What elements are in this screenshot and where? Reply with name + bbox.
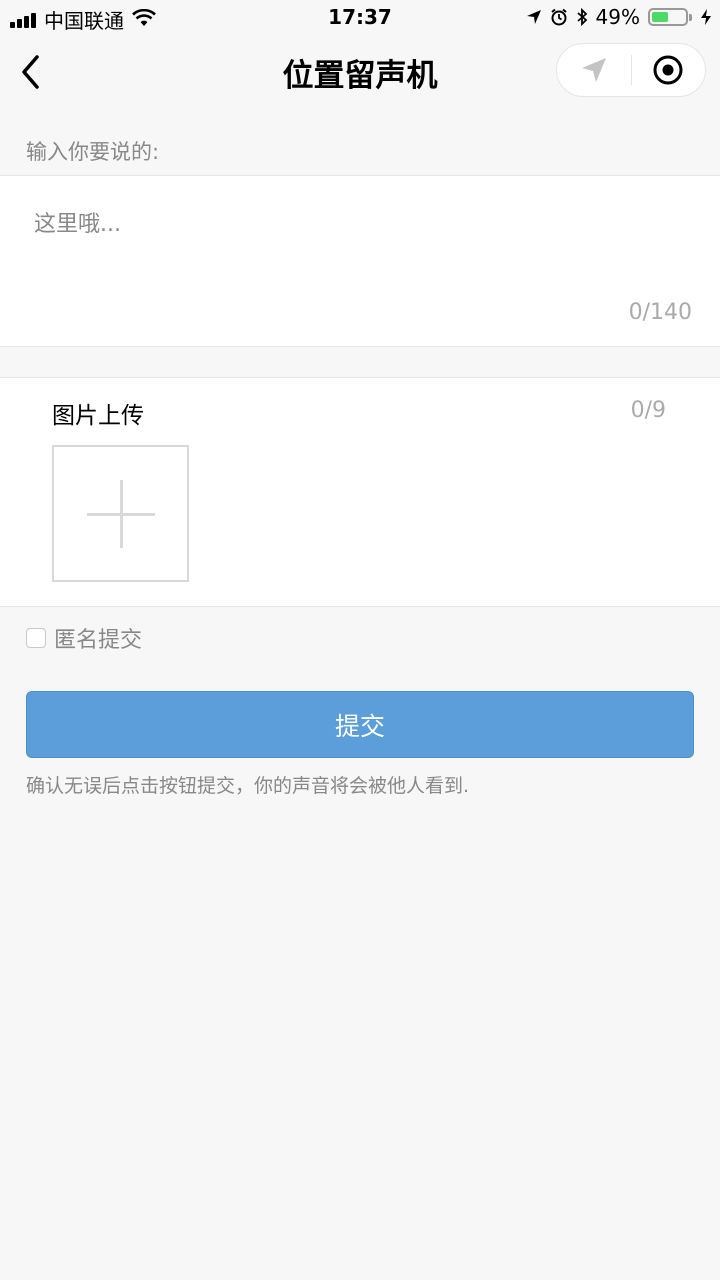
char-count: 0/140: [628, 300, 692, 325]
message-label: 输入你要说的:: [26, 140, 160, 164]
image-upload-panel: 图片上传 0/9: [0, 377, 720, 607]
mini-program-capsule: [556, 43, 706, 97]
anonymous-checkbox[interactable]: 匿名提交: [26, 622, 142, 654]
location-arrow-icon: [581, 58, 606, 82]
battery-percent: 49%: [595, 5, 640, 29]
checkbox-box[interactable]: [26, 628, 46, 648]
submit-label: 提交: [334, 711, 385, 741]
add-image-button[interactable]: [52, 445, 189, 582]
close-button[interactable]: [632, 44, 706, 96]
status-bar-right: 49%: [518, 5, 712, 29]
location-status-icon: [526, 9, 542, 25]
battery-icon: [648, 8, 692, 26]
message-panel: 0/140: [0, 175, 720, 347]
upload-title: 图片上传: [52, 403, 144, 429]
status-bar: 中国联通 17:37 49%: [0, 0, 720, 36]
submit-button[interactable]: 提交: [26, 691, 694, 758]
submit-hint: 确认无误后点击按钮提交，你的声音将会被他人看到.: [26, 775, 470, 797]
anonymous-label: 匿名提交: [54, 628, 143, 653]
upload-count: 0/9: [630, 398, 666, 423]
location-button[interactable]: [557, 44, 631, 96]
nav-bar: 位置留声机: [0, 36, 720, 110]
bluetooth-icon: [576, 8, 588, 26]
message-input[interactable]: [34, 206, 684, 296]
charging-icon: [700, 8, 712, 26]
alarm-icon: [550, 8, 568, 26]
target-circle-icon: [653, 55, 683, 85]
